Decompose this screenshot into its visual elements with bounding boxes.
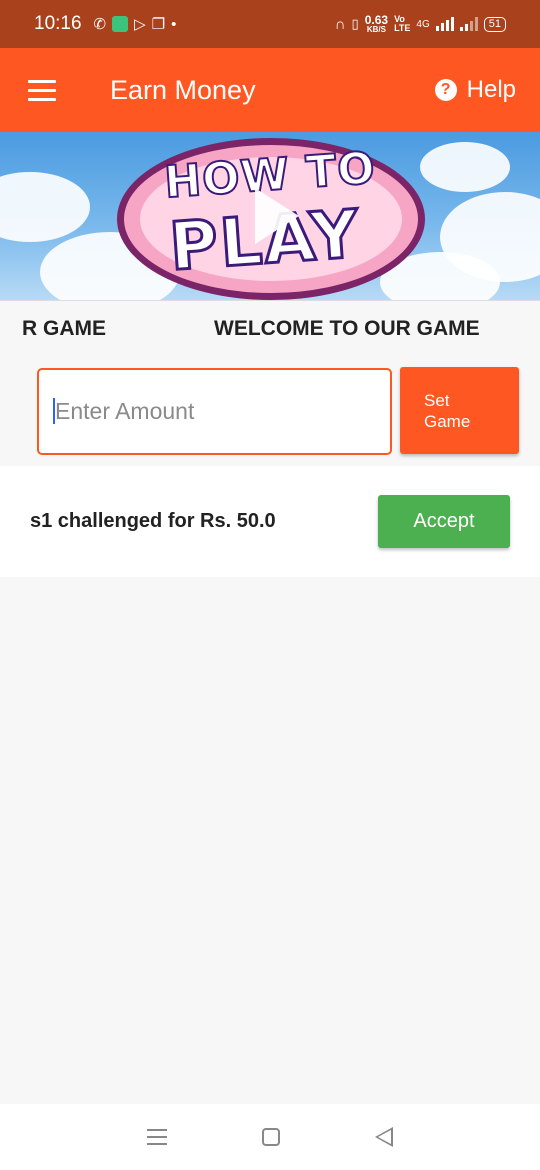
messages-icon (112, 16, 129, 32)
volte-bottom: LTE (394, 23, 411, 33)
signal-icon-2 (459, 17, 478, 31)
notification-icons: ✆ ▷ ❐ • (93, 15, 177, 33)
system-icons: ∩ ▯ 0.63 KB/S Vo LTE 4G 51 (335, 14, 506, 34)
app-screen: 10:16 ✆ ▷ ❐ • ∩ ▯ 0.63 KB/S Vo LTE 4G 51… (0, 0, 540, 1170)
system-nav-bar (0, 1104, 540, 1170)
battery-icon: 51 (483, 16, 506, 32)
set-game-line2: Game (424, 411, 471, 431)
network-type: 4G (416, 18, 430, 30)
help-label: Help (466, 76, 516, 103)
help-icon: ? (434, 79, 457, 101)
hamburger-menu-icon[interactable] (28, 79, 56, 101)
headphones-icon: ∩ (334, 15, 346, 33)
signal-icon (435, 17, 454, 31)
marquee-text: WELCOME TO OUR GAME (214, 317, 480, 340)
home-icon[interactable] (261, 1128, 280, 1146)
how-to-play-video[interactable]: HOW TO PLAY (0, 132, 540, 300)
volte-indicator: Vo LTE (394, 15, 410, 33)
challenge-text: s1 challenged for Rs. 50.0 (30, 510, 276, 532)
net-speed-unit: KB/S (366, 25, 386, 34)
amount-form: SetGame (0, 358, 540, 466)
marquee-fragment: R GAME (22, 317, 106, 340)
status-bar: 10:16 ✆ ▷ ❐ • ∩ ▯ 0.63 KB/S Vo LTE 4G 51 (0, 0, 540, 48)
vibrate-icon: ▯ (351, 16, 359, 31)
net-speed: 0.63 KB/S (365, 14, 388, 34)
play-icon[interactable] (255, 188, 299, 244)
challenge-card: s1 challenged for Rs. 50.0 Accept (0, 466, 540, 577)
play-store-icon: ▷ (134, 15, 146, 33)
status-time: 10:16 (34, 13, 82, 34)
app-title: Earn Money (110, 74, 256, 105)
whatsapp-icon: ✆ (93, 15, 107, 33)
amount-input[interactable] (37, 368, 392, 455)
set-game-button[interactable]: Set Game (400, 367, 519, 454)
set-game-line1: Set (424, 390, 450, 410)
dot-icon: • (171, 15, 177, 33)
copy-icon: ❐ (151, 15, 166, 33)
back-icon[interactable] (374, 1127, 393, 1147)
help-button[interactable]: ? Help (434, 76, 516, 104)
app-toolbar: Earn Money ? Help (0, 48, 540, 132)
text-caret (53, 398, 55, 424)
recents-icon[interactable] (147, 1129, 168, 1145)
welcome-marquee: R GAME WELCOME TO OUR GAME (0, 300, 540, 358)
accept-button[interactable]: Accept (378, 495, 510, 548)
